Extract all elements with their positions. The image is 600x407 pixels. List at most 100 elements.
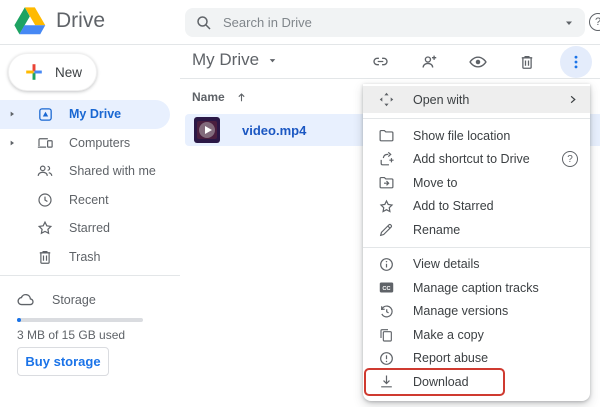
- more-actions-button[interactable]: [560, 46, 592, 78]
- buy-storage-button[interactable]: Buy storage: [17, 347, 109, 376]
- sidebar-item-my-drive[interactable]: My Drive: [0, 100, 170, 129]
- menu-item-label: Rename: [413, 223, 460, 237]
- more-vertical-icon: [567, 53, 585, 71]
- context-menu: Open with Show file location Add shortcu…: [363, 84, 590, 401]
- menu-item-label: Move to: [413, 176, 457, 190]
- file-toolbar: [364, 45, 592, 78]
- trash-icon: [35, 248, 55, 266]
- copy-icon: [377, 327, 395, 343]
- sidebar-item-recent[interactable]: Recent: [0, 186, 180, 215]
- sidebar-item-label: Trash: [69, 250, 101, 264]
- search-icon: [195, 14, 213, 32]
- search-input[interactable]: [223, 15, 557, 30]
- sidebar-item-starred[interactable]: Starred: [0, 214, 180, 243]
- new-button-label: New: [55, 65, 82, 80]
- menu-divider: [363, 118, 590, 119]
- preview-button[interactable]: [462, 46, 494, 78]
- top-header: Drive ?: [0, 0, 600, 45]
- arrow-up-icon: [235, 91, 248, 104]
- name-header-label: Name: [192, 90, 225, 104]
- shortcut-help-icon[interactable]: ?: [562, 151, 578, 167]
- menu-item-manage-caption-tracks[interactable]: CC Manage caption tracks: [363, 276, 590, 300]
- video-thumbnail-icon: [194, 117, 220, 143]
- menu-item-report-abuse[interactable]: Report abuse: [363, 347, 590, 371]
- storage-progress-fill: [17, 318, 21, 322]
- menu-item-add-shortcut-to-drive[interactable]: Add shortcut to Drive ?: [363, 148, 590, 172]
- sidebar-item-trash[interactable]: Trash: [0, 243, 180, 272]
- trash-icon: [518, 53, 536, 71]
- chevron-down-icon: [267, 55, 278, 66]
- star-icon: [35, 219, 55, 237]
- sidebar-item-label: My Drive: [69, 107, 121, 121]
- menu-item-make-a-copy[interactable]: Make a copy: [363, 323, 590, 347]
- sidebar-divider: [0, 275, 180, 276]
- menu-item-label: Open with: [413, 93, 469, 107]
- name-column-header[interactable]: Name: [192, 90, 248, 104]
- svg-text:CC: CC: [382, 286, 390, 292]
- sidebar-item-computers[interactable]: Computers: [0, 129, 180, 158]
- sidebar-item-label: Computers: [69, 136, 130, 150]
- header-divider: [180, 78, 600, 79]
- move-to-icon: [377, 174, 395, 191]
- sidebar-item-label: Shared with me: [69, 164, 156, 178]
- menu-item-manage-versions[interactable]: Manage versions: [363, 300, 590, 324]
- delete-button[interactable]: [511, 46, 543, 78]
- breadcrumb[interactable]: My Drive: [192, 50, 278, 70]
- cloud-icon: [16, 290, 36, 310]
- add-shortcut-icon: [377, 151, 395, 168]
- sidebar-item-label: Recent: [69, 193, 109, 207]
- people-icon: [35, 162, 55, 180]
- sidebar-item-shared-with-me[interactable]: Shared with me: [0, 157, 180, 186]
- google-plus-icon: [23, 61, 45, 83]
- menu-item-label: View details: [413, 257, 479, 271]
- open-with-icon: [377, 91, 395, 108]
- sidebar-item-storage[interactable]: Storage: [0, 286, 180, 314]
- sidebar-item-label: Starred: [69, 221, 110, 235]
- menu-item-label: Report abuse: [413, 351, 488, 365]
- expand-caret-icon[interactable]: [3, 139, 21, 147]
- search-bar[interactable]: [185, 8, 585, 37]
- menu-item-view-details[interactable]: View details: [363, 253, 590, 277]
- menu-item-add-to-starred[interactable]: Add to Starred: [363, 195, 590, 219]
- pencil-icon: [377, 222, 395, 238]
- menu-item-label: Download: [413, 375, 469, 389]
- report-icon: [377, 350, 395, 367]
- menu-divider: [363, 247, 590, 248]
- menu-item-move-to[interactable]: Move to: [363, 171, 590, 195]
- preview-eye-icon: [468, 52, 488, 72]
- sidebar: New My Drive: [0, 45, 180, 407]
- storage-progress-bar: [17, 318, 143, 322]
- menu-item-label: Add shortcut to Drive: [413, 152, 530, 166]
- devices-icon: [35, 134, 55, 152]
- search-options-caret-icon[interactable]: [563, 17, 575, 29]
- history-icon: [377, 303, 395, 320]
- link-icon: [371, 52, 390, 71]
- storage-usage-text: 3 MB of 15 GB used: [17, 328, 125, 342]
- sidebar-nav: My Drive Computers Shared with me: [0, 100, 180, 271]
- folder-icon: [377, 127, 395, 144]
- cc-icon: CC: [377, 279, 395, 296]
- menu-item-rename[interactable]: Rename: [363, 218, 590, 242]
- get-link-button[interactable]: [364, 46, 396, 78]
- menu-item-label: Make a copy: [413, 328, 484, 342]
- expand-caret-icon[interactable]: [3, 110, 21, 118]
- new-button[interactable]: New: [8, 53, 97, 91]
- drive-logo[interactable]: Drive: [14, 7, 105, 35]
- menu-item-label: Show file location: [413, 129, 510, 143]
- share-button[interactable]: [413, 46, 445, 78]
- menu-item-show-file-location[interactable]: Show file location: [363, 124, 590, 148]
- breadcrumb-label: My Drive: [192, 50, 259, 70]
- download-icon: [377, 373, 395, 390]
- drive-logo-icon: [14, 7, 46, 35]
- info-icon: [377, 256, 395, 273]
- menu-item-label: Add to Starred: [413, 199, 494, 213]
- star-icon: [377, 198, 395, 215]
- menu-item-label: Manage caption tracks: [413, 281, 539, 295]
- menu-item-open-with[interactable]: Open with: [363, 86, 590, 113]
- app-title: Drive: [56, 9, 105, 33]
- submenu-chevron-icon: [567, 94, 578, 105]
- person-add-icon: [420, 52, 439, 71]
- menu-item-download[interactable]: Download: [363, 370, 590, 394]
- menu-item-label: Manage versions: [413, 304, 508, 318]
- help-icon[interactable]: ?: [589, 13, 600, 31]
